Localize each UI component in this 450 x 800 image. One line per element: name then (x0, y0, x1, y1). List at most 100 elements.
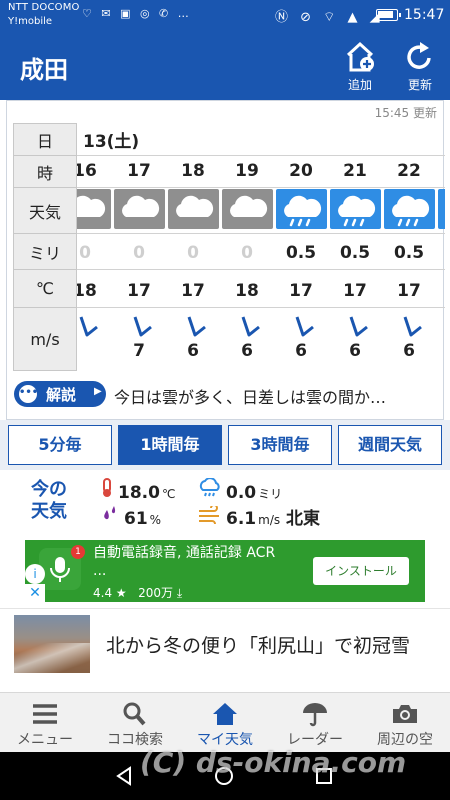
nav-radar[interactable]: レーダー (270, 693, 360, 753)
cloudy-icon (222, 189, 273, 229)
news-title: 北から冬の便り「利尻山」で初冠雪 (106, 635, 411, 657)
forecast-wind-speed: 6 (187, 341, 199, 361)
current-temperature: 18.0 ℃ (100, 478, 175, 503)
row-label-date: 日 (14, 124, 76, 156)
tab-weekly[interactable]: 週間天気 (338, 425, 442, 465)
carrier-name: NTT DOCOMO (8, 2, 80, 13)
current-weather[interactable]: 今の 天気 18.0 ℃ 0.0 ミリ 61% 6.1 m/s 北東 (0, 470, 450, 532)
rain-icon (330, 189, 381, 229)
ad-banner[interactable]: 1 i ✕ 自動電話録音, 通話記録 ACR ... 4.4 ★ 200万 ⤓ … (25, 540, 425, 602)
tab-3hour[interactable]: 3時間毎 (228, 425, 332, 465)
tab-hourly[interactable]: 1時間毎 (118, 425, 222, 465)
forecast-precip: 0 (187, 243, 199, 263)
download-icon: ⤓ (176, 586, 183, 600)
nav-sky-photos[interactable]: 周辺の空 (360, 693, 450, 753)
refresh-label: 更新 (407, 78, 432, 92)
signal-icons: Ⓝ ⊘ ⌔ ▲ ◢ (275, 10, 384, 25)
speech-bubble-icon: ••• (19, 385, 38, 403)
ad-rating: 4.4 ★ (93, 586, 127, 600)
row-divider (13, 155, 445, 156)
forecast-hour: 23 (437, 161, 445, 181)
forecast-hour: 19 (235, 161, 259, 181)
temperature-unit: ℃ (161, 487, 176, 501)
row-label-precip: ミリ (14, 234, 76, 270)
commentary-row[interactable]: ••• 解説 ▶ 今日は雲が多く、日差しは雲の間か… (14, 379, 438, 409)
back-icon[interactable] (114, 766, 134, 786)
forecast-wind-speed: 7 (133, 341, 145, 361)
forecast-precip: 0 (133, 243, 145, 263)
home-add-icon (346, 41, 374, 72)
row-label-wind: m/s (30, 329, 60, 349)
forecast-precip: 0.5 (285, 243, 317, 263)
location-title: 成田 (20, 56, 68, 84)
news-item[interactable]: 北から冬の便り「利尻山」で初冠雪 (0, 608, 450, 692)
app-header: 成田 追加 更新 (0, 32, 450, 100)
add-location-button[interactable]: 追加 (337, 38, 383, 96)
nav-menu-label: メニュー (17, 732, 73, 748)
commentary-text: 今日は雲が多く、日差しは雲の間か… (114, 388, 387, 407)
bottom-navigation: メニュー ココ検索 マイ天気 レーダー 周辺の空 (0, 692, 450, 752)
updated-time: 15:45 更新 (374, 106, 437, 120)
carrier-name-secondary: Y!mobile (8, 16, 53, 27)
ad-info-icon[interactable]: i (25, 564, 45, 584)
commentary-button[interactable]: ••• 解説 ▶ (14, 381, 106, 407)
forecast-precip: 0.5 (339, 243, 371, 263)
nav-menu[interactable]: メニュー (0, 693, 90, 753)
humidity-value: 61 (124, 509, 148, 529)
forecast-wind-speed: 6 (349, 341, 361, 361)
forecast-hour: 21 (343, 161, 367, 181)
wind-value: 6.1 (226, 509, 257, 529)
status-bar: NTT DOCOMO Y!mobile ♡ ✉ ▣ ◎ ✆ … Ⓝ ⊘ ⌔ ▲ … (0, 0, 450, 32)
wind-direction-icon (383, 315, 435, 343)
home-icon (213, 703, 237, 725)
search-icon (123, 702, 146, 726)
cloudy-icon (114, 189, 165, 229)
news-thumbnail (14, 615, 90, 673)
install-button[interactable]: インストール (313, 557, 409, 585)
forecast-precip: 0 (241, 243, 253, 263)
forecast-wind-speed: 6 (403, 341, 415, 361)
nav-search[interactable]: ココ検索 (90, 693, 180, 753)
ad-description: ... (93, 563, 107, 579)
row-labels: 日 時 天気 ミリ ℃ m/s (13, 123, 77, 371)
interval-tabs: 5分毎 1時間毎 3時間毎 週間天気 (0, 420, 450, 470)
wind-direction-icon (113, 315, 165, 343)
rain-cloud-icon (199, 478, 220, 497)
thermometer-icon (103, 478, 111, 497)
add-label: 追加 (347, 78, 372, 92)
refresh-button[interactable]: 更新 (397, 38, 443, 96)
refresh-icon (407, 42, 431, 69)
current-title-line2: 天気 (31, 501, 67, 522)
play-arrow-icon: ▶ (94, 386, 102, 397)
forecast-date: 13(土) (83, 132, 140, 152)
rain-icon (438, 189, 445, 229)
wind-icon (199, 506, 219, 524)
ad-close-icon[interactable]: ✕ (25, 584, 45, 602)
forecast-temp: 18 (235, 281, 259, 301)
watermark: (C) ds-okina.com (140, 746, 407, 779)
current-humidity: 61% (100, 504, 161, 529)
tab-5min[interactable]: 5分毎 (8, 425, 112, 465)
rain-icon (384, 189, 435, 229)
wind-direction: 北東 (286, 509, 321, 529)
row-divider (13, 307, 445, 308)
forecast-wind-speed: 6 (241, 341, 253, 361)
forecast-hour: 17 (127, 161, 151, 181)
forecast-precip: 0.5 (393, 243, 425, 263)
precip-value: 0.0 (226, 483, 257, 503)
battery-icon (376, 9, 401, 21)
hourly-forecast-card: 15:45 更新 13(土) 16 0 18 17 0 17 7 18 0 17 6 19 0 18 6 20… (6, 100, 445, 420)
menu-icon (33, 704, 57, 724)
humidity-drops-icon (104, 506, 116, 520)
forecast-grid[interactable]: 13(土) 16 0 18 17 0 17 7 18 0 17 6 19 0 18 6 20 0.5 17 6 21 0… (13, 123, 445, 373)
forecast-temp: 17 (127, 281, 151, 301)
ad-meta: 4.4 ★ 200万 ⤓ (93, 584, 182, 601)
wind-direction-icon (275, 315, 327, 343)
wind-direction-icon (167, 315, 219, 343)
forecast-temp: 17 (181, 281, 205, 301)
row-divider (13, 233, 445, 234)
nav-my-weather[interactable]: マイ天気 (180, 693, 270, 753)
forecast-columns: 13(土) 16 0 18 17 0 17 7 18 0 17 6 19 0 18 6 20 0.5 17 6 21 0… (13, 123, 445, 371)
ad-downloads: 200万 (138, 586, 174, 600)
notification-badge: 1 (71, 545, 85, 559)
